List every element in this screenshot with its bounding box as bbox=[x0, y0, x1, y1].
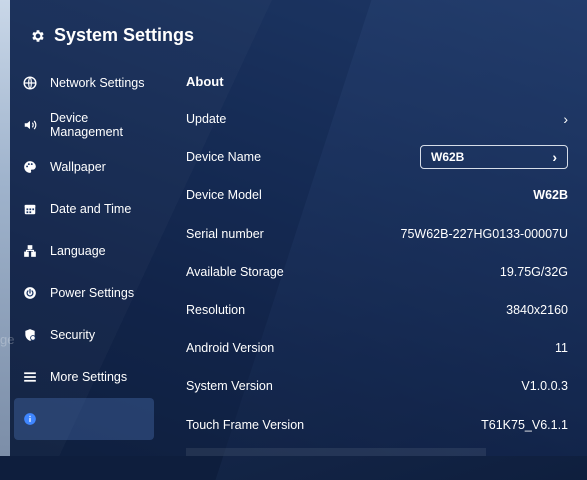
row-label: Touch Frame Version bbox=[186, 417, 305, 432]
device-name-row: Device Name W62B › bbox=[186, 138, 568, 176]
sidebar-item-about[interactable] bbox=[14, 398, 154, 440]
sidebar-item-power-settings[interactable]: Power Settings bbox=[22, 272, 162, 314]
row-label: System Version bbox=[186, 379, 273, 394]
speaker-icon bbox=[22, 117, 38, 133]
sidebar: Network Settings Device Management Wallp… bbox=[14, 62, 162, 440]
row-value: 11 bbox=[555, 341, 568, 356]
chevron-right-icon: › bbox=[552, 149, 557, 166]
sidebar-item-label: Date and Time bbox=[50, 202, 132, 216]
globe-icon bbox=[22, 75, 38, 91]
sidebar-item-label: Power Settings bbox=[50, 286, 135, 300]
sidebar-item-label: More Settings bbox=[50, 370, 128, 384]
info-row: Resolution 3840x2160 bbox=[186, 291, 568, 329]
gear-icon bbox=[32, 29, 44, 42]
info-row: Serial number 75W62B-227HG0133-00007U bbox=[186, 215, 568, 253]
info-row: Touch Frame Version T61K75_V6.1.1 bbox=[186, 406, 568, 444]
sidebar-item-device-management[interactable]: Device Management bbox=[22, 104, 162, 146]
info-row: Available Storage 19.75G/32G bbox=[186, 253, 568, 291]
chevron-right-icon: › bbox=[563, 111, 568, 128]
sidebar-item-label: Device Management bbox=[50, 111, 123, 139]
sidebar-item-language[interactable]: Language bbox=[22, 230, 162, 272]
row-label: Device Name bbox=[186, 150, 262, 165]
sidebar-item-label: Language bbox=[50, 244, 106, 258]
row-label: Resolution bbox=[186, 303, 246, 318]
info-icon bbox=[22, 411, 38, 427]
row-value: V1.0.0.3 bbox=[521, 379, 568, 394]
sidebar-item-security[interactable]: Security bbox=[22, 314, 162, 356]
row-label: Available Storage bbox=[186, 264, 284, 279]
sidebar-item-network-settings[interactable]: Network Settings bbox=[22, 62, 162, 104]
update-row[interactable]: Update › bbox=[186, 100, 568, 138]
row-value: W62B bbox=[533, 188, 568, 203]
info-row: System Version V1.0.0.3 bbox=[186, 367, 568, 405]
row-label: Device Model bbox=[186, 188, 262, 203]
about-content: About Update › Device Name W62B › Device… bbox=[186, 62, 568, 444]
language-icon bbox=[22, 243, 38, 259]
calendar-icon bbox=[22, 201, 38, 217]
sidebar-item-wallpaper[interactable]: Wallpaper bbox=[22, 146, 162, 188]
page-title: System Settings bbox=[54, 25, 195, 45]
sidebar-item-date-and-time[interactable]: Date and Time bbox=[22, 188, 162, 230]
background-ghost-text: ge bbox=[0, 332, 15, 347]
row-label: Android Version bbox=[186, 341, 275, 356]
row-value: 19.75G/32G bbox=[499, 264, 568, 279]
device-name-value: W62B bbox=[431, 150, 465, 165]
row-value: 3840x2160 bbox=[506, 303, 568, 318]
row-value: T61K75_V6.1.1 bbox=[481, 417, 568, 432]
sidebar-item-more-settings[interactable]: More Settings bbox=[22, 356, 162, 398]
sidebar-item-label: Network Settings bbox=[50, 76, 145, 90]
info-row: Android Version 11 bbox=[186, 329, 568, 367]
sidebar-item-label: Wallpaper bbox=[50, 160, 106, 174]
sidebar-item-label: Security bbox=[50, 328, 96, 342]
bottom-edge-bar bbox=[186, 448, 486, 456]
page-header: System Settings bbox=[30, 25, 194, 46]
device-name-field[interactable]: W62B › bbox=[420, 145, 568, 170]
left-edge-strip bbox=[0, 0, 10, 456]
shield-icon bbox=[22, 327, 38, 343]
info-row: Device Model W62B bbox=[186, 176, 568, 214]
row-value: 75W62B-227HG0133-00007U bbox=[400, 226, 568, 241]
row-label: Update bbox=[186, 112, 227, 127]
section-title: About bbox=[186, 73, 224, 89]
power-icon bbox=[22, 285, 38, 301]
palette-icon bbox=[22, 159, 38, 175]
row-label: Serial number bbox=[186, 226, 264, 241]
list-icon bbox=[22, 369, 38, 385]
